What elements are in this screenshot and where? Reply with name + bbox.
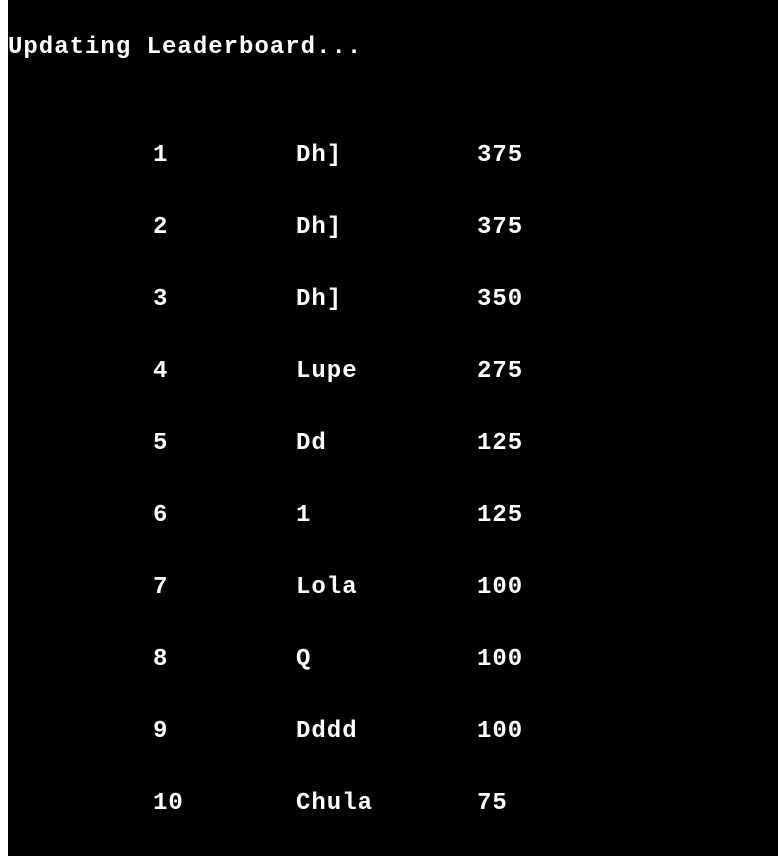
player-name-cell: Dh] [296, 286, 343, 313]
rank-cell: 10 [153, 790, 184, 817]
player-name-cell: 1 [296, 502, 312, 529]
leaderboard-row: 9 Dddd 100 [8, 716, 778, 788]
leaderboard-row: 7 Lola 100 [8, 572, 778, 644]
player-name-cell: Dh] [296, 214, 343, 241]
leaderboard-row: 2 Dh] 375 [8, 212, 778, 284]
rank-cell: 5 [153, 430, 169, 457]
player-name-cell: Dh] [296, 142, 343, 169]
leaderboard-row: 4 Lupe 275 [8, 356, 778, 428]
rank-cell: 9 [153, 718, 169, 745]
player-name-cell: Dddd [296, 718, 358, 745]
leaderboard-row: 3 Dh] 350 [8, 284, 778, 356]
leaderboard-row: 10 Chula 75 [8, 788, 778, 860]
rank-cell: 8 [153, 646, 169, 673]
player-name-cell: Lupe [296, 358, 358, 385]
leaderboard-row: 6 1 125 [8, 500, 778, 572]
player-name-cell: Q [296, 646, 312, 673]
rank-cell: 6 [153, 502, 169, 529]
score-cell: 75 [477, 790, 508, 817]
console-window: Updating Leaderboard... 1 Dh] 375 2 Dh] 375 3 D… [8, 0, 778, 856]
score-cell: 275 [477, 358, 524, 385]
score-cell: 375 [477, 214, 524, 241]
rank-cell: 3 [153, 286, 169, 313]
leaderboard-row: 5 Dd 125 [8, 428, 778, 500]
score-cell: 350 [477, 286, 524, 313]
status-message: Updating Leaderboard... [8, 34, 363, 61]
leaderboard-table: 1 Dh] 375 2 Dh] 375 3 Dh] 350 4 Lupe 275 5 Dd 125 6 1 125… [8, 140, 778, 860]
score-cell: 125 [477, 502, 524, 529]
rank-cell: 4 [153, 358, 169, 385]
score-cell: 100 [477, 646, 524, 673]
score-cell: 375 [477, 142, 524, 169]
score-cell: 100 [477, 718, 524, 745]
leaderboard-row: 1 Dh] 375 [8, 140, 778, 212]
leaderboard-row: 8 Q 100 [8, 644, 778, 716]
rank-cell: 2 [153, 214, 169, 241]
rank-cell: 7 [153, 574, 169, 601]
rank-cell: 1 [153, 142, 169, 169]
score-cell: 125 [477, 430, 524, 457]
player-name-cell: Chula [296, 790, 374, 817]
score-cell: 100 [477, 574, 524, 601]
player-name-cell: Lola [296, 574, 358, 601]
player-name-cell: Dd [296, 430, 327, 457]
